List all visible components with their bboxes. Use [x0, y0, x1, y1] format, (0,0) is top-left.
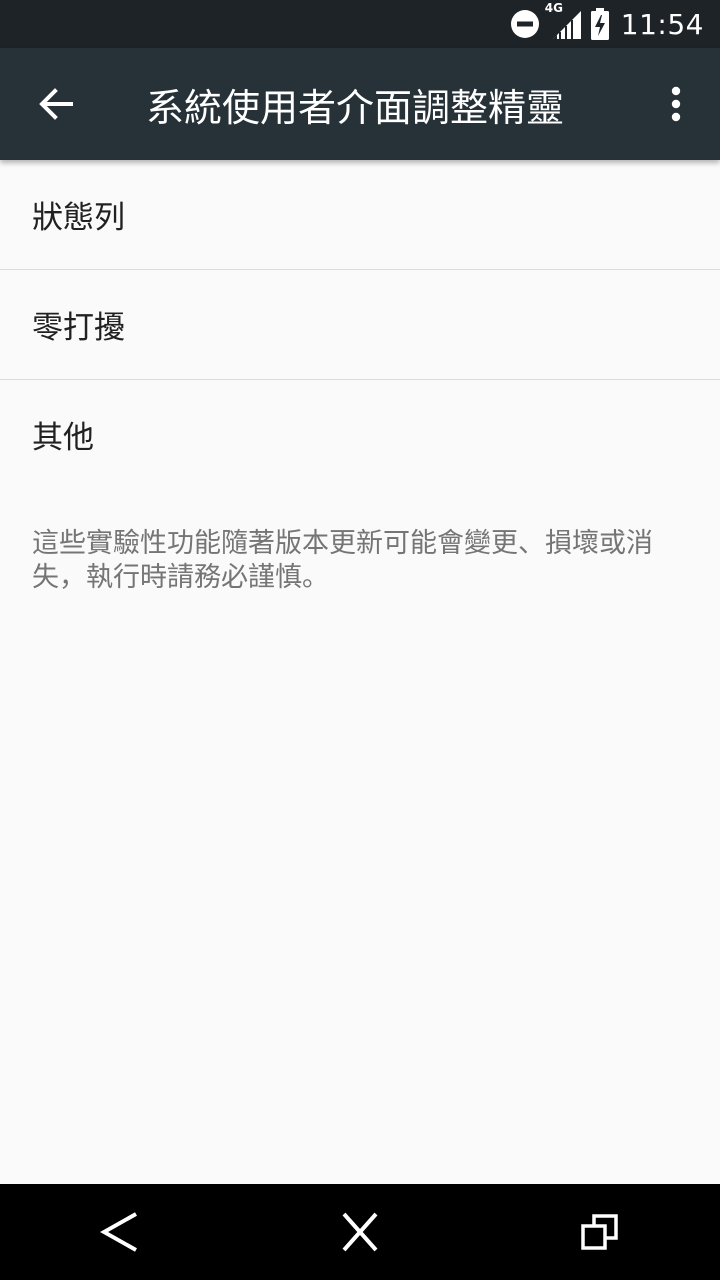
- pref-item-label: 零打擾: [32, 310, 125, 346]
- more-vertical-icon: [671, 86, 681, 122]
- nav-home-icon: [342, 1212, 378, 1252]
- nav-back-button[interactable]: [60, 1184, 180, 1280]
- back-button[interactable]: [0, 48, 112, 160]
- navigation-bar: [0, 1184, 720, 1280]
- battery-charging-icon: [590, 8, 609, 40]
- more-options-button[interactable]: [632, 48, 720, 160]
- nav-recents-button[interactable]: [540, 1184, 660, 1280]
- app-bar: 系統使用者介面調整精靈: [0, 48, 720, 160]
- pref-item-status-bar[interactable]: 狀態列: [0, 160, 720, 269]
- pref-item-do-not-disturb[interactable]: 零打擾: [0, 270, 720, 379]
- preference-list: 狀態列 零打擾 其他 這些實驗性功能隨著版本更新可能會變更、損壞或消失，執行時請…: [0, 160, 720, 1184]
- status-bar: 4G 11:54: [0, 0, 720, 48]
- signal-icon: 4G: [545, 1, 581, 39]
- warning-note: 這些實驗性功能隨著版本更新可能會變更、損壞或消失，執行時請務必謹慎。: [32, 528, 653, 593]
- nav-recents-icon: [581, 1214, 618, 1250]
- do-not-disturb-icon: [509, 8, 541, 40]
- nav-back-icon: [100, 1212, 137, 1252]
- pref-item-label: 狀態列: [32, 200, 125, 236]
- pref-item-label: 其他: [32, 420, 94, 456]
- page-title: 系統使用者介面調整精靈: [146, 85, 565, 130]
- network-type-label: 4G: [544, 1, 563, 15]
- nav-home-button[interactable]: [300, 1184, 420, 1280]
- pref-item-other[interactable]: 其他: [0, 380, 720, 489]
- arrow-left-icon: [39, 88, 73, 120]
- status-time: 11:54: [620, 7, 704, 41]
